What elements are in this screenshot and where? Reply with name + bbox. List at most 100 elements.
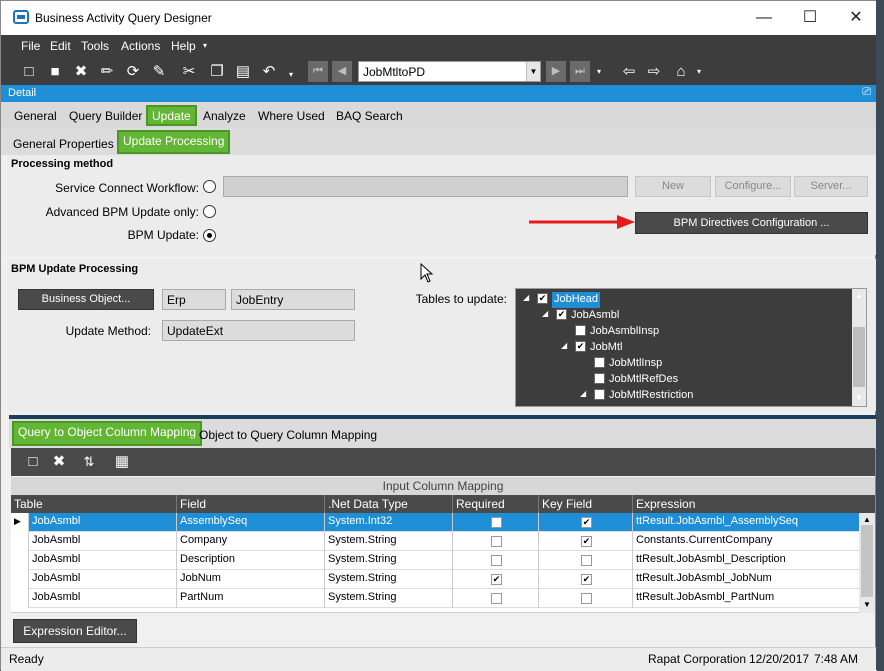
- cell-expression[interactable]: ttResult.JobAsmbl_JobNum: [633, 570, 859, 589]
- tab-general-properties[interactable]: General Properties: [13, 137, 114, 151]
- menu-tools[interactable]: Tools: [81, 39, 109, 53]
- tree-node-label[interactable]: JobMtl: [590, 340, 622, 356]
- col-field[interactable]: Field: [177, 495, 325, 513]
- cell-field[interactable]: PartNum: [177, 589, 325, 608]
- delete-icon[interactable]: ✖: [71, 62, 91, 82]
- cell-table[interactable]: JobAsmbl: [29, 589, 177, 608]
- business-object-button[interactable]: Business Object...: [18, 289, 154, 310]
- cell-expression[interactable]: ttResult.JobAsmbl_AssemblySeq: [633, 513, 859, 532]
- cell-expression[interactable]: ttResult.JobAsmbl_PartNum: [633, 589, 859, 608]
- last-record-button[interactable]: ⏭: [570, 61, 590, 82]
- cell-table[interactable]: JobAsmbl: [29, 532, 177, 551]
- row-selector[interactable]: [11, 589, 29, 608]
- tree-checkbox[interactable]: [594, 373, 605, 384]
- menu-file[interactable]: File: [21, 39, 40, 53]
- expand-icon[interactable]: ◢: [580, 389, 586, 398]
- home-icon[interactable]: ⌂: [671, 62, 691, 82]
- col-required[interactable]: Required: [453, 495, 539, 513]
- table-row[interactable]: JobAsmbl PartNum System.String ttResult.Job…: [11, 589, 859, 608]
- grid-scroll-up-icon[interactable]: ▲: [863, 515, 871, 524]
- bpm-directives-button[interactable]: BPM Directives Configuration ...: [635, 212, 868, 234]
- cell-type[interactable]: System.String: [325, 532, 453, 551]
- minimize-button[interactable]: —: [741, 1, 787, 35]
- bpm-update-radio[interactable]: [203, 229, 216, 242]
- refresh-icon[interactable]: ⟳: [123, 62, 143, 82]
- cut-icon[interactable]: ✂: [179, 62, 199, 82]
- cell-type[interactable]: System.Int32: [325, 513, 453, 532]
- sort-icon[interactable]: ⇅: [79, 452, 99, 472]
- tree-checkbox[interactable]: ✔: [537, 293, 548, 304]
- menu-help[interactable]: Help: [171, 39, 196, 53]
- tree-node-label[interactable]: JobMtlRestriction: [609, 388, 693, 404]
- scroll-up-icon[interactable]: ▲: [855, 291, 863, 300]
- configure-button[interactable]: Configure...: [715, 176, 791, 197]
- tree-scrollbar[interactable]: ▲ ▼: [852, 289, 866, 406]
- required-checkbox[interactable]: [491, 517, 502, 528]
- tree-checkbox[interactable]: [575, 325, 586, 336]
- cell-type[interactable]: System.String: [325, 589, 453, 608]
- required-checkbox[interactable]: ✔: [491, 574, 502, 585]
- advanced-bpm-radio[interactable]: [203, 205, 216, 218]
- tree-node-label[interactable]: JobAsmblInsp: [590, 324, 659, 340]
- new-icon[interactable]: □: [19, 62, 39, 82]
- key-field-checkbox[interactable]: [581, 555, 592, 566]
- row-selector[interactable]: [11, 532, 29, 551]
- required-checkbox[interactable]: [491, 593, 502, 604]
- grid-scroll-down-icon[interactable]: ▼: [863, 600, 871, 609]
- expand-icon[interactable]: ◢: [542, 309, 548, 318]
- row-selector[interactable]: [11, 551, 29, 570]
- tab-baq-search[interactable]: BAQ Search: [336, 109, 403, 123]
- save-icon[interactable]: ■: [45, 62, 65, 82]
- paste-icon[interactable]: ▤: [233, 62, 253, 82]
- row-selector[interactable]: ▶: [11, 513, 29, 532]
- tab-update-processing[interactable]: Update Processing: [117, 130, 231, 154]
- close-button[interactable]: ✕: [833, 1, 879, 35]
- grid-scrollbar[interactable]: ▲ ▼: [859, 513, 875, 613]
- tree-node-label[interactable]: JobAsmbl: [571, 308, 619, 324]
- tab-query-builder[interactable]: Query Builder: [69, 109, 142, 123]
- cell-field[interactable]: AssemblySeq: [177, 513, 325, 532]
- cell-field[interactable]: Description: [177, 551, 325, 570]
- required-checkbox[interactable]: [491, 555, 502, 566]
- tree-node-label[interactable]: JobMtlInsp: [609, 356, 662, 372]
- pin-icon[interactable]: ⎚: [862, 86, 871, 99]
- cell-type[interactable]: System.String: [325, 570, 453, 589]
- previous-record-button[interactable]: ◀: [332, 61, 352, 82]
- cell-field[interactable]: Company: [177, 532, 325, 551]
- scroll-down-icon[interactable]: ▼: [855, 393, 863, 402]
- new-button[interactable]: New: [635, 176, 711, 197]
- key-field-checkbox[interactable]: [581, 593, 592, 604]
- tab-where-used[interactable]: Where Used: [258, 109, 325, 123]
- tree-checkbox[interactable]: [594, 357, 605, 368]
- row-selector[interactable]: [11, 570, 29, 589]
- key-field-checkbox[interactable]: ✔: [581, 574, 592, 585]
- expand-icon[interactable]: ◢: [523, 293, 529, 302]
- undo-icon[interactable]: ↶: [259, 62, 279, 82]
- table-row[interactable]: JobAsmbl Description System.String ttResult…: [11, 551, 859, 570]
- menu-overflow-icon[interactable]: ▾: [203, 41, 207, 50]
- server-button[interactable]: Server...: [794, 176, 868, 197]
- key-field-checkbox[interactable]: ✔: [581, 517, 592, 528]
- table-row[interactable]: ▶ JobAsmbl AssemblySeq System.Int32 ✔ ttResul…: [11, 513, 859, 532]
- cell-type[interactable]: System.String: [325, 551, 453, 570]
- nav2-overflow-icon[interactable]: ▾: [697, 67, 701, 76]
- nav-overflow-icon[interactable]: ▾: [597, 67, 601, 76]
- cell-table[interactable]: JobAsmbl: [29, 513, 177, 532]
- grid-scroll-thumb[interactable]: [861, 525, 873, 597]
- col-key-field[interactable]: Key Field: [539, 495, 633, 513]
- tab-query-to-object[interactable]: Query to Object Column Mapping: [12, 421, 203, 446]
- grid-new-icon[interactable]: □: [23, 452, 43, 472]
- forward-icon[interactable]: ⇨: [644, 62, 664, 82]
- grid-layout-icon[interactable]: ▦: [112, 452, 132, 472]
- copy-icon[interactable]: ❐: [207, 62, 227, 82]
- menu-edit[interactable]: Edit: [50, 39, 71, 53]
- attach-icon[interactable]: ✏: [97, 62, 117, 82]
- service-connect-radio[interactable]: [203, 180, 216, 193]
- tab-update[interactable]: Update: [146, 105, 197, 126]
- tree-checkbox[interactable]: [594, 389, 605, 400]
- grid-delete-icon[interactable]: ✖: [49, 452, 69, 472]
- tab-object-to-query[interactable]: Object to Query Column Mapping: [199, 428, 377, 442]
- next-record-button[interactable]: ▶: [546, 61, 566, 82]
- cell-table[interactable]: JobAsmbl: [29, 551, 177, 570]
- col-table[interactable]: Table: [11, 495, 177, 513]
